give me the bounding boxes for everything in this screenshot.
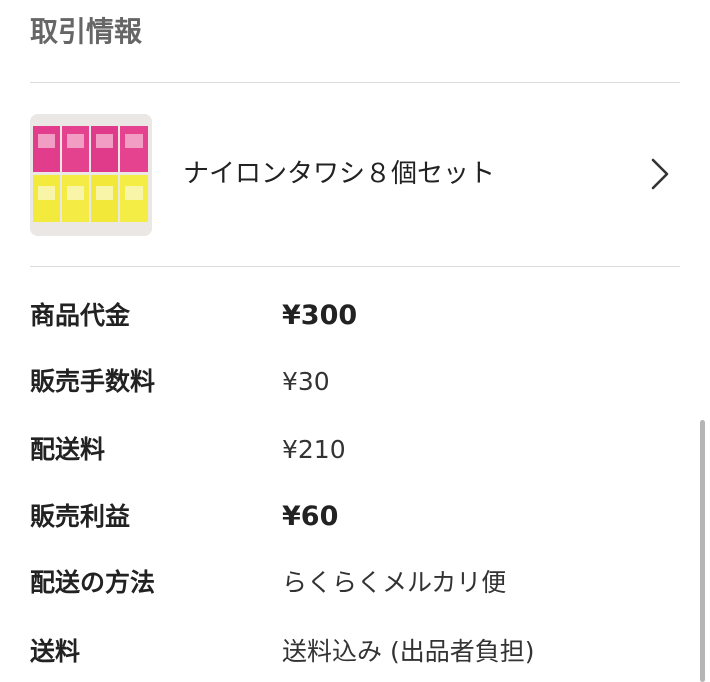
chevron-right-icon bbox=[651, 158, 669, 190]
postage-label: 送料 bbox=[30, 637, 81, 666]
divider bbox=[30, 266, 680, 267]
price-row: 商品代金 ¥300 bbox=[30, 296, 680, 336]
shipping-fee-value: ¥210 bbox=[282, 435, 346, 464]
profit-value: ¥60 bbox=[282, 501, 339, 532]
product-title: ナイロンタワシ８個セット bbox=[183, 159, 496, 189]
product-row[interactable]: ナイロンタワシ８個セット bbox=[30, 110, 680, 240]
price-label: 商品代金 bbox=[30, 301, 131, 330]
fee-label: 販売手数料 bbox=[30, 367, 156, 396]
fee-value: ¥30 bbox=[282, 367, 330, 396]
product-thumbnail bbox=[30, 114, 152, 236]
profit-label: 販売利益 bbox=[30, 502, 131, 531]
shipping-method-value: らくらくメルカリ便 bbox=[282, 568, 507, 597]
shipping-method-label: 配送の方法 bbox=[30, 568, 156, 597]
fee-row: 販売手数料 ¥30 bbox=[30, 362, 680, 402]
product-photo bbox=[30, 114, 152, 236]
shipping-method-row: 配送の方法 らくらくメルカリ便 bbox=[30, 563, 680, 603]
profit-row: 販売利益 ¥60 bbox=[30, 497, 680, 537]
postage-value: 送料込み (出品者負担) bbox=[282, 637, 535, 666]
shipping-fee-row: 配送料 ¥210 bbox=[30, 430, 680, 470]
divider bbox=[30, 82, 680, 83]
section-title: 取引情報 bbox=[30, 15, 143, 48]
scrollbar[interactable] bbox=[700, 420, 705, 682]
shipping-fee-label: 配送料 bbox=[30, 435, 106, 464]
price-value: ¥300 bbox=[282, 300, 358, 331]
postage-row: 送料 送料込み (出品者負担) bbox=[30, 632, 680, 672]
